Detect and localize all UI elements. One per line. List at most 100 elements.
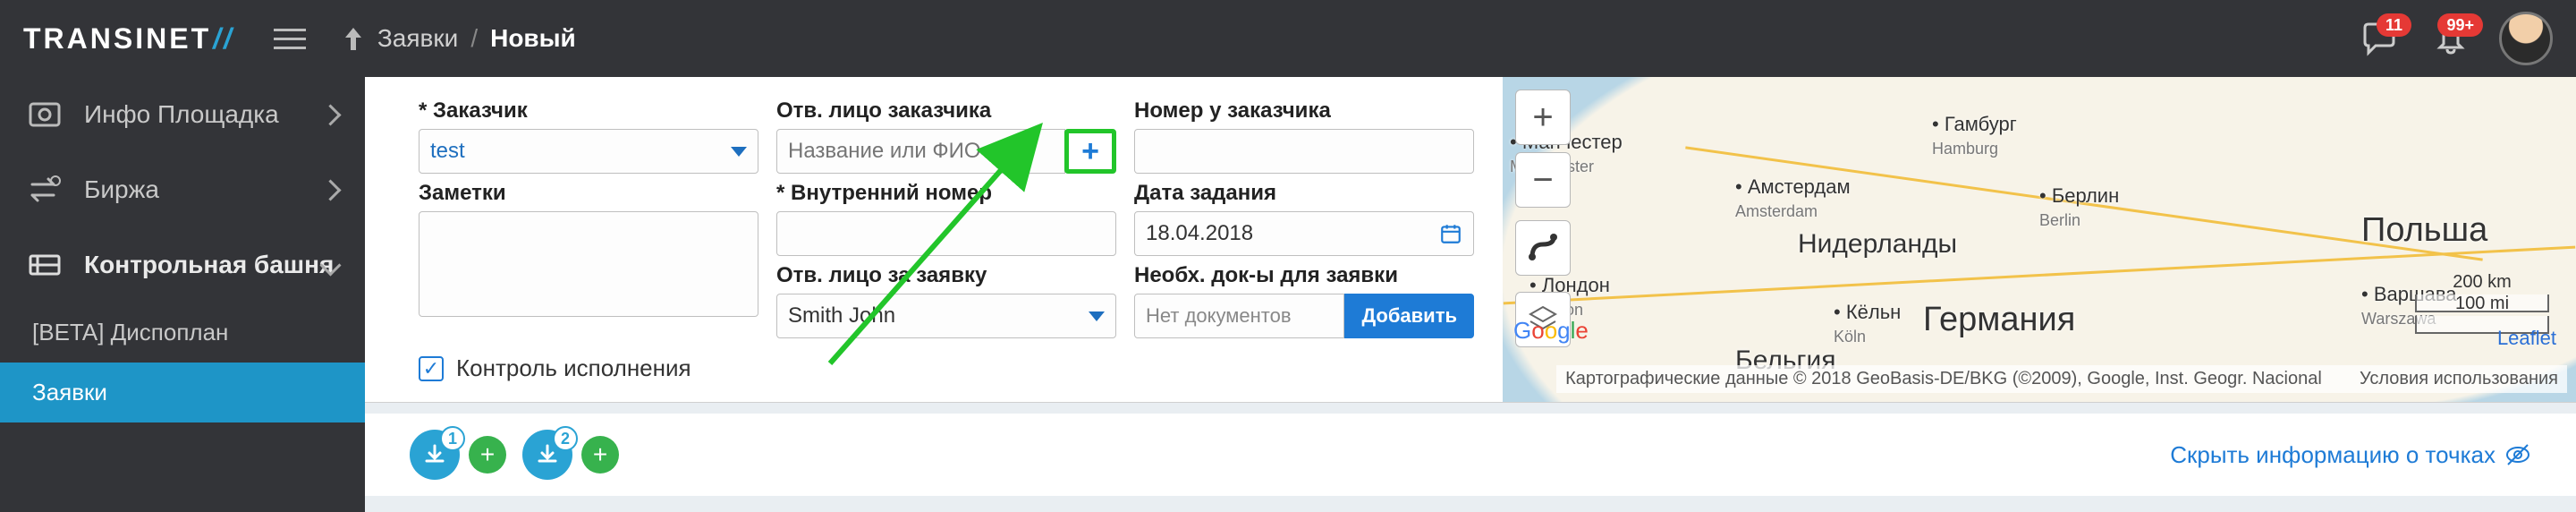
field-responsible: Отв. лицо за заявку Smith John — [776, 263, 1116, 338]
field-customer-number: Номер у заказчика — [1134, 98, 1474, 174]
map-city-label: • ГамбургHamburg — [1932, 113, 2017, 159]
field-contact: Отв. лицо заказчика + — [776, 98, 1116, 174]
responsible-value: Smith John — [788, 303, 895, 329]
label-notes: Заметки — [419, 181, 758, 206]
avatar[interactable] — [2499, 12, 2553, 65]
waypoint-button[interactable]: 2 — [522, 430, 572, 480]
internal-no-input-wrap[interactable] — [776, 211, 1116, 256]
waypoint-add-button[interactable]: + — [581, 436, 619, 474]
sidebar-item-info[interactable]: Инфо Площадка — [0, 77, 365, 152]
bell-icon[interactable]: 99+ — [2428, 15, 2474, 62]
map-country-label: Нидерланды — [1798, 229, 1957, 260]
control-label: Контроль исполнения — [456, 354, 691, 382]
customer-number-input[interactable] — [1146, 139, 1462, 164]
form-left: * Заказчик test Отв. лицо заказчика — [365, 77, 1503, 402]
field-docs: Необх. док-ы для заявки Нет документов Д… — [1134, 263, 1474, 338]
label-docs: Необх. док-ы для заявки — [1134, 263, 1474, 288]
date-value: 18.04.2018 — [1146, 221, 1253, 246]
label-contact: Отв. лицо заказчика — [776, 98, 1116, 124]
chat-icon[interactable]: 11 — [2356, 15, 2402, 62]
map-zoom-in-button[interactable]: + — [1515, 90, 1571, 145]
checkbox-icon[interactable]: ✓ — [419, 356, 444, 381]
sidebar-sub-dispoplan[interactable]: [BETA] Диспоплан — [0, 303, 365, 363]
main: Инфо Площадка Биржа Контрольная башня [B… — [0, 77, 2576, 512]
route-icon — [1527, 232, 1559, 264]
waypoints-bar: 1+2+ Скрыть информацию о точках — [365, 414, 2576, 496]
logo: TRANSINET // — [23, 22, 234, 55]
sidebar-sub-orders[interactable]: Заявки — [0, 363, 365, 422]
label-customer: * Заказчик — [419, 98, 758, 124]
internal-no-input[interactable] — [788, 221, 1105, 246]
map-zoom-out-button[interactable]: − — [1515, 152, 1571, 208]
map-attribution: Картографические данные © 2018 GeoBasis-… — [1556, 365, 2567, 393]
plus-icon: + — [1081, 134, 1099, 169]
map-city-label: • КёльнKöln — [1834, 301, 1901, 347]
map-country-label: Польша — [2361, 211, 2487, 250]
breadcrumb-sep: / — [470, 24, 478, 53]
docs-value: Нет документов — [1146, 304, 1292, 328]
caret-down-icon — [1089, 311, 1105, 321]
chat-badge: 11 — [2377, 13, 2411, 37]
field-date: Дата задания 18.04.2018 — [1134, 181, 1474, 256]
map-city-label: • АмстердамAmsterdam — [1735, 175, 1851, 222]
label-date: Дата задания — [1134, 181, 1474, 206]
exchange-icon — [27, 172, 63, 208]
eye-off-icon — [2504, 441, 2531, 468]
customer-select[interactable]: test — [419, 129, 758, 174]
tower-icon — [27, 247, 63, 283]
customer-value: test — [430, 139, 465, 164]
add-doc-button[interactable]: Добавить — [1344, 294, 1474, 338]
responsible-select[interactable]: Smith John — [776, 294, 1116, 338]
google-logo: Google — [1513, 317, 1589, 345]
hide-points-label: Скрыть информацию о точках — [2170, 441, 2496, 469]
contact-input[interactable] — [788, 139, 1054, 164]
breadcrumb-parent[interactable]: Заявки — [377, 24, 458, 53]
waypoint-number: 2 — [553, 426, 578, 451]
waypoint-pair: 1+ — [410, 430, 506, 480]
sidebar-item-tower[interactable]: Контрольная башня — [0, 227, 365, 303]
add-contact-button[interactable]: + — [1064, 129, 1116, 174]
add-doc-label: Добавить — [1361, 304, 1457, 328]
hide-points-link[interactable]: Скрыть информацию о точках — [2170, 441, 2531, 469]
up-arrow-icon[interactable] — [342, 25, 365, 52]
map-country-label: Германия — [1923, 301, 2075, 339]
map[interactable]: НидерландыГерманияБельгияПольша• Манчест… — [1503, 77, 2576, 402]
content: * Заказчик test Отв. лицо заказчика — [365, 77, 2576, 512]
map-attr-text: Картографические данные © 2018 GeoBasis-… — [1565, 369, 2322, 388]
calendar-icon — [1439, 222, 1462, 245]
sidebar-sub-label: Заявки — [32, 379, 107, 405]
field-internal-no: * Внутренний номер — [776, 181, 1116, 256]
waypoint-add-button[interactable]: + — [469, 436, 506, 474]
info-icon — [27, 97, 63, 132]
customer-number-input-wrap[interactable] — [1134, 129, 1474, 174]
notes-textarea[interactable] — [419, 211, 758, 317]
form-panel: * Заказчик test Отв. лицо заказчика — [365, 77, 2576, 403]
sidebar-item-label: Контрольная башня — [84, 251, 334, 279]
control-checkbox-row[interactable]: ✓ Контроль исполнения — [419, 354, 1474, 382]
logo-slash-icon: // — [213, 22, 234, 55]
breadcrumb-current: Новый — [490, 24, 576, 53]
topbar: TRANSINET // Заявки / Новый 11 99+ — [0, 0, 2576, 77]
sidebar-item-label: Инфо Площадка — [84, 100, 279, 129]
date-input[interactable]: 18.04.2018 — [1134, 211, 1474, 256]
sidebar: Инфо Площадка Биржа Контрольная башня [B… — [0, 77, 365, 512]
docs-display: Нет документов — [1134, 294, 1344, 338]
label-responsible: Отв. лицо за заявку — [776, 263, 1116, 288]
contact-input-wrap[interactable] — [776, 129, 1065, 174]
caret-down-icon — [731, 147, 747, 157]
leaflet-link[interactable]: Leaflet — [2497, 327, 2556, 350]
sidebar-item-exchange[interactable]: Биржа — [0, 152, 365, 227]
waypoints-group: 1+2+ — [410, 430, 619, 480]
logo-text: TRANSINET — [23, 22, 211, 55]
hamburger-menu-icon[interactable] — [274, 29, 306, 49]
field-customer: * Заказчик test — [419, 98, 758, 174]
label-customer-number: Номер у заказчика — [1134, 98, 1474, 124]
breadcrumb: Заявки / Новый — [342, 24, 576, 53]
sidebar-sub-label: [BETA] Диспоплан — [32, 319, 228, 346]
map-terms-link[interactable]: Условия использования — [2360, 369, 2558, 388]
map-route-button[interactable] — [1515, 220, 1571, 276]
waypoint-button[interactable]: 1 — [410, 430, 460, 480]
field-notes: Заметки — [419, 181, 758, 338]
sidebar-item-label: Биржа — [84, 175, 159, 204]
map-city-label: • БерлинBerlin — [2039, 184, 2119, 231]
